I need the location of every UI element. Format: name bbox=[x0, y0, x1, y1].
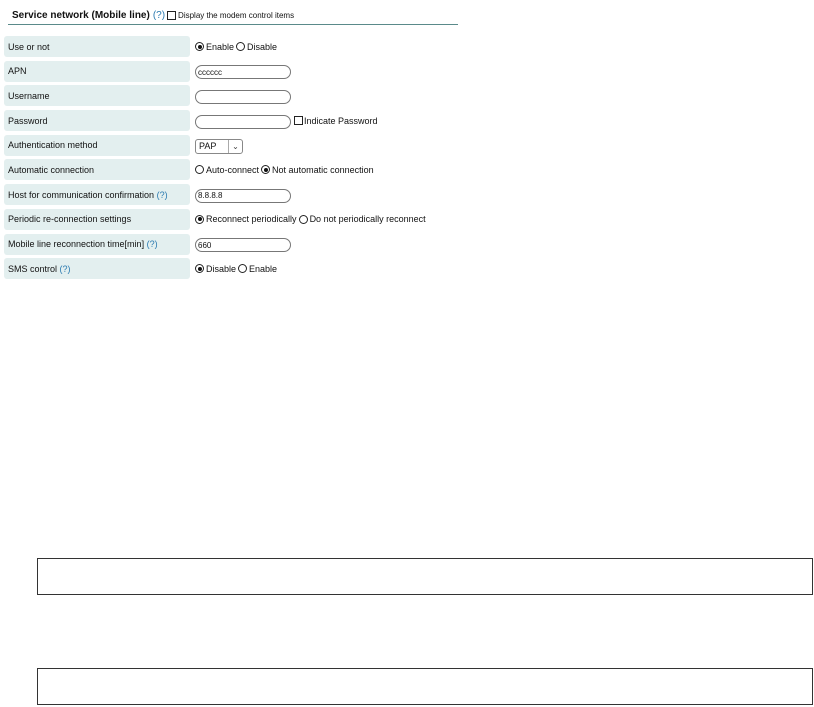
sms-help-link[interactable]: (?) bbox=[60, 264, 71, 274]
radio-enable[interactable] bbox=[195, 42, 204, 51]
label-periodic-reconnection: Periodic re-connection settings bbox=[4, 208, 190, 230]
row-host-confirmation: Host for communication confirmation (?) bbox=[4, 184, 291, 206]
label-authentication-method: Authentication method bbox=[4, 134, 190, 156]
empty-frame-top bbox=[37, 558, 813, 595]
row-periodic-reconnection: Periodic re-connection settings Reconnec… bbox=[4, 208, 426, 230]
radio-reconnect-periodically-label: Reconnect periodically bbox=[206, 214, 297, 225]
reconnection-time-input[interactable] bbox=[195, 238, 291, 252]
row-username: Username bbox=[4, 85, 291, 107]
radio-not-automatic-label: Not automatic connection bbox=[272, 164, 374, 175]
row-password: Password Indicate Password bbox=[4, 110, 378, 132]
radio-sms-enable-label: Enable bbox=[249, 263, 278, 274]
apn-input[interactable] bbox=[195, 65, 291, 80]
label-use-or-not: Use or not bbox=[4, 36, 190, 57]
auth-method-value: PAP bbox=[199, 141, 217, 152]
indicate-password-checkbox[interactable] bbox=[294, 116, 303, 126]
section-title: Service network (Mobile line) bbox=[12, 10, 150, 21]
host-input[interactable] bbox=[195, 188, 291, 203]
indicate-password-label: Indicate Password bbox=[304, 115, 378, 126]
label-reconnection-time: Mobile line reconnection time[min] (?) bbox=[4, 233, 190, 255]
label-automatic-connection: Automatic connection bbox=[4, 159, 190, 181]
radio-sms-disable[interactable] bbox=[195, 264, 204, 274]
row-use-or-not: Use or not Enable Disable bbox=[4, 36, 277, 57]
password-input[interactable] bbox=[195, 114, 291, 129]
radio-sms-enable[interactable] bbox=[238, 264, 248, 274]
radio-auto-connect-label: Auto-connect bbox=[206, 164, 260, 175]
row-apn: APN bbox=[4, 60, 291, 82]
help-link[interactable]: (?) bbox=[153, 10, 165, 21]
auth-method-select[interactable]: PAP ⌄ bbox=[195, 138, 243, 154]
radio-disable[interactable] bbox=[236, 42, 246, 51]
label-username: Username bbox=[4, 85, 190, 107]
reconnection-help-link[interactable]: (?) bbox=[147, 239, 158, 249]
section-header: Service network (Mobile line) (?) Displa… bbox=[8, 7, 458, 25]
radio-no-periodic-reconnect[interactable] bbox=[298, 214, 308, 224]
radio-enable-label: Enable bbox=[206, 41, 235, 52]
radio-auto-connect[interactable] bbox=[195, 165, 204, 175]
label-host-confirmation: Host for communication confirmation (?) bbox=[4, 184, 190, 206]
row-reconnection-time: Mobile line reconnection time[min] (?) bbox=[4, 233, 291, 255]
host-help-link[interactable]: (?) bbox=[157, 190, 168, 200]
radio-disable-label: Disable bbox=[247, 41, 278, 52]
modem-control-label: Display the modem control items bbox=[178, 11, 295, 20]
radio-reconnect-periodically[interactable] bbox=[195, 214, 204, 224]
label-password: Password bbox=[4, 110, 190, 132]
label-apn: APN bbox=[4, 60, 190, 82]
username-input[interactable] bbox=[195, 89, 291, 104]
modem-control-checkbox[interactable] bbox=[167, 11, 177, 20]
radio-no-periodic-reconnect-label: Do not periodically reconnect bbox=[309, 214, 426, 225]
empty-frame-bottom bbox=[37, 668, 813, 705]
label-sms-control: SMS control (?) bbox=[4, 258, 190, 280]
chevron-down-icon: ⌄ bbox=[228, 139, 242, 153]
row-sms-control: SMS control (?) Disable Enable bbox=[4, 258, 277, 280]
radio-sms-disable-label: Disable bbox=[206, 263, 237, 274]
row-authentication-method: Authentication method PAP ⌄ bbox=[4, 134, 243, 156]
settings-form: Use or not Enable Disable APN Username P… bbox=[4, 36, 426, 283]
row-automatic-connection: Automatic connection Auto-connect Not au… bbox=[4, 159, 374, 181]
radio-not-automatic[interactable] bbox=[261, 165, 271, 175]
